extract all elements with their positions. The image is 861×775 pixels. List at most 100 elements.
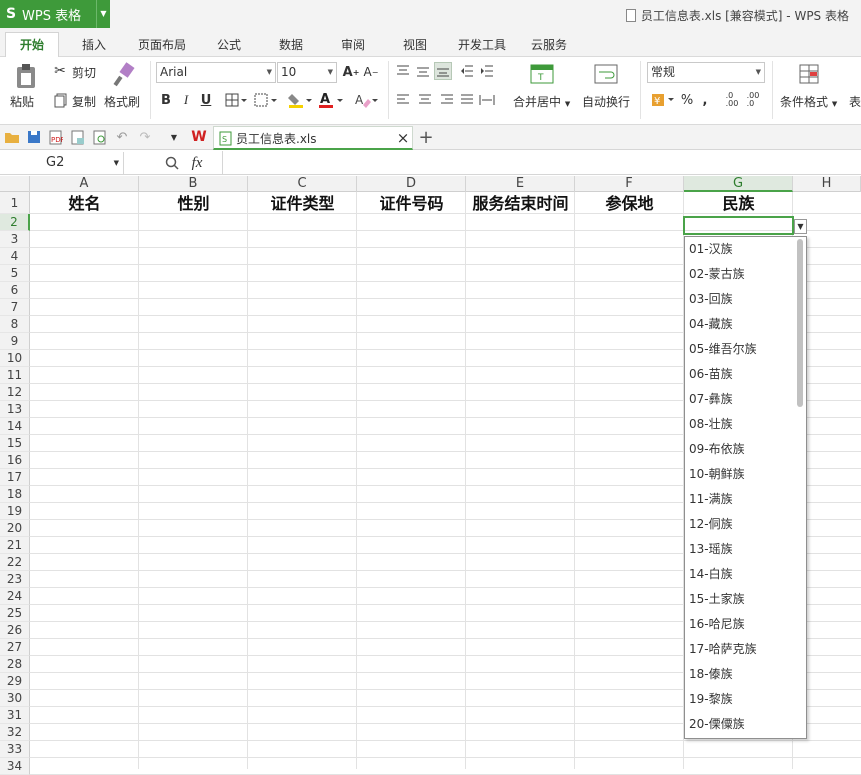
dropdown-option[interactable]: 16-哈尼族 bbox=[689, 612, 794, 637]
undo-icon[interactable]: ↶ bbox=[114, 129, 130, 145]
align-left-icon[interactable] bbox=[396, 93, 410, 107]
zoom-icon[interactable] bbox=[164, 154, 180, 172]
cell-g1[interactable]: 民族 bbox=[684, 193, 793, 215]
format-painter-button[interactable]: 格式刷 bbox=[104, 93, 140, 110]
decrease-font-icon[interactable]: A − bbox=[364, 64, 379, 80]
dropdown-option[interactable]: 18-傣族 bbox=[689, 662, 794, 687]
function-icon[interactable]: fx bbox=[188, 154, 206, 172]
tab-home[interactable]: 开始 bbox=[5, 32, 59, 58]
row-header[interactable]: 29 bbox=[0, 673, 30, 690]
number-format-select[interactable]: 常规 ▼ bbox=[647, 62, 765, 83]
print-icon[interactable] bbox=[70, 129, 86, 145]
cell-f1[interactable]: 参保地 bbox=[575, 193, 684, 215]
dropdown-option[interactable]: 03-回族 bbox=[689, 287, 794, 312]
row-header[interactable]: 20 bbox=[0, 520, 30, 537]
row-header[interactable]: 6 bbox=[0, 282, 30, 299]
open-folder-icon[interactable] bbox=[4, 129, 20, 145]
row-header[interactable]: 15 bbox=[0, 435, 30, 452]
formula-input[interactable] bbox=[224, 152, 861, 174]
row-header[interactable]: 30 bbox=[0, 690, 30, 707]
dropdown-option[interactable]: 08-壮族 bbox=[689, 412, 794, 437]
row-header[interactable]: 11 bbox=[0, 367, 30, 384]
tab-view[interactable]: 视图 bbox=[403, 36, 427, 53]
redo-icon[interactable]: ↷ bbox=[137, 129, 153, 145]
cell-e1[interactable]: 服务结束时间 bbox=[466, 193, 575, 215]
dropdown-option[interactable]: 02-蒙古族 bbox=[689, 262, 794, 287]
increase-indent-icon[interactable] bbox=[480, 64, 494, 78]
active-cell-g2[interactable] bbox=[683, 216, 794, 235]
dropdown-option[interactable]: 10-朝鲜族 bbox=[689, 462, 794, 487]
align-right-icon[interactable] bbox=[440, 93, 454, 107]
export-pdf-icon[interactable]: PDF bbox=[48, 129, 64, 145]
dropdown-option[interactable]: 12-侗族 bbox=[689, 512, 794, 537]
row-header[interactable]: 33 bbox=[0, 741, 30, 758]
align-center-icon[interactable] bbox=[418, 93, 432, 107]
cell-b1[interactable]: 性别 bbox=[139, 193, 248, 215]
dropdown-option[interactable]: 05-维吾尔族 bbox=[689, 337, 794, 362]
border-icon[interactable] bbox=[224, 92, 248, 108]
save-icon[interactable] bbox=[26, 129, 42, 145]
merge-cells-icon[interactable] bbox=[253, 92, 279, 108]
add-tab-icon[interactable]: + bbox=[417, 127, 435, 148]
wrap-text-icon[interactable] bbox=[593, 61, 619, 87]
paste-icon[interactable] bbox=[12, 61, 40, 91]
font-size-select[interactable]: 10 ▼ bbox=[277, 62, 337, 83]
tab-page-layout[interactable]: 页面布局 bbox=[138, 36, 186, 53]
scrollbar-thumb[interactable] bbox=[797, 239, 803, 407]
row-header[interactable]: 18 bbox=[0, 486, 30, 503]
row-header[interactable]: 1 bbox=[0, 192, 30, 214]
bold-icon[interactable]: B bbox=[159, 91, 173, 109]
validation-dropdown-list[interactable]: 01-汉族 02-蒙古族 03-回族 04-藏族 05-维吾尔族 06-苗族 07-彝族 08… bbox=[684, 236, 807, 739]
column-header-e[interactable]: E bbox=[466, 176, 575, 192]
dropdown-option[interactable]: 20-傈僳族 bbox=[689, 712, 794, 737]
column-header-d[interactable]: D bbox=[357, 176, 466, 192]
merge-center-icon[interactable]: T bbox=[529, 61, 555, 87]
row-header[interactable]: 2 bbox=[0, 214, 30, 231]
name-box[interactable]: G2 ▼ bbox=[0, 152, 124, 174]
wps-menu-button[interactable]: S WPS 表格 ▼ bbox=[0, 0, 110, 28]
column-header-g[interactable]: G bbox=[684, 176, 793, 192]
dropdown-option[interactable]: 01-汉族 bbox=[689, 237, 794, 262]
close-icon[interactable]: × bbox=[396, 129, 410, 147]
chevron-down-icon[interactable]: ▼ bbox=[96, 0, 110, 28]
row-header[interactable]: 10 bbox=[0, 350, 30, 367]
dropdown-option[interactable]: 13-瑶族 bbox=[689, 537, 794, 562]
tab-developer[interactable]: 开发工具 bbox=[458, 36, 506, 53]
dropdown-option[interactable]: 09-布依族 bbox=[689, 437, 794, 462]
row-header[interactable]: 13 bbox=[0, 401, 30, 418]
percent-icon[interactable]: % bbox=[680, 92, 694, 108]
cut-button[interactable]: 剪切 bbox=[72, 64, 96, 81]
row-header[interactable]: 23 bbox=[0, 571, 30, 588]
thousands-icon[interactable]: , bbox=[700, 92, 710, 108]
row-header[interactable]: 28 bbox=[0, 656, 30, 673]
conditional-format-button[interactable]: 条件格式 ▼ bbox=[780, 93, 837, 110]
dropdown-option[interactable]: 17-哈萨克族 bbox=[689, 637, 794, 662]
tab-data[interactable]: 数据 bbox=[279, 36, 303, 53]
dropdown-option[interactable]: 06-苗族 bbox=[689, 362, 794, 387]
tab-formulas[interactable]: 公式 bbox=[217, 36, 241, 53]
row-header[interactable]: 5 bbox=[0, 265, 30, 282]
row-header[interactable]: 3 bbox=[0, 231, 30, 248]
fill-color-icon[interactable] bbox=[287, 91, 313, 109]
align-bottom-icon[interactable] bbox=[434, 62, 452, 80]
decrease-indent-icon[interactable] bbox=[460, 64, 474, 78]
select-all-corner[interactable] bbox=[0, 176, 30, 192]
tab-cloud[interactable]: 云服务 bbox=[531, 36, 567, 53]
font-color-icon[interactable]: A bbox=[317, 91, 345, 109]
chevron-down-icon[interactable]: ▼ bbox=[167, 129, 181, 145]
row-header[interactable]: 8 bbox=[0, 316, 30, 333]
row-header[interactable]: 14 bbox=[0, 418, 30, 435]
row-header[interactable]: 17 bbox=[0, 469, 30, 486]
font-select[interactable]: Arial ▼ bbox=[156, 62, 276, 83]
dropdown-option[interactable]: 07-彝族 bbox=[689, 387, 794, 412]
column-header-c[interactable]: C bbox=[248, 176, 357, 192]
increase-font-icon[interactable]: A + bbox=[343, 64, 360, 80]
row-header[interactable]: 4 bbox=[0, 248, 30, 265]
column-header-h[interactable]: H bbox=[793, 176, 861, 192]
underline-icon[interactable]: U bbox=[199, 91, 213, 109]
row-header[interactable]: 21 bbox=[0, 537, 30, 554]
justify-icon[interactable] bbox=[460, 93, 474, 107]
paste-button[interactable]: 粘贴 bbox=[10, 93, 34, 110]
column-header-a[interactable]: A bbox=[30, 176, 139, 192]
merge-center-button[interactable]: 合并居中 ▼ bbox=[513, 93, 570, 110]
